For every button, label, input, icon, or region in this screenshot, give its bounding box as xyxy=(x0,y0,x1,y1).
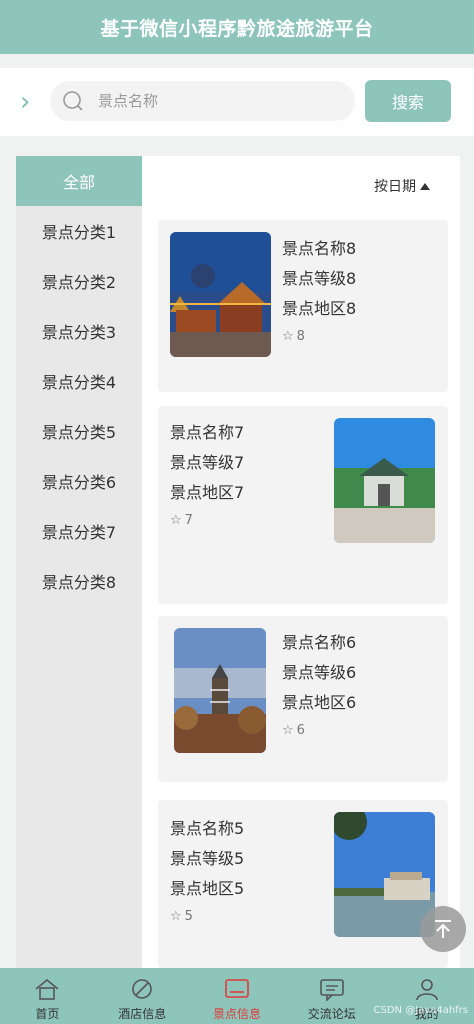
sort-arrow-icon xyxy=(420,182,430,190)
scenic-info: 景点名称5 景点等级5 景点地区5 ☆ 5 xyxy=(170,814,244,928)
scenic-name: 景点名称8 xyxy=(282,239,357,258)
scenic-level: 景点等级6 xyxy=(282,663,357,682)
scenic-region: 景点地区8 xyxy=(282,299,357,318)
tab-label: 酒店信息 xyxy=(118,1007,167,1021)
category-item[interactable]: 景点分类8 xyxy=(16,556,142,606)
category-item[interactable]: 景点分类6 xyxy=(16,456,142,506)
star-icon: ☆ xyxy=(170,908,182,924)
search-box[interactable] xyxy=(50,81,355,121)
tab-scenic[interactable]: 景点信息 xyxy=(190,968,285,1024)
tab-hotel[interactable]: 酒店信息 xyxy=(95,968,190,1024)
scenic-name: 景点名称5 xyxy=(170,819,245,838)
scenic-card[interactable]: 景点名称6 景点等级6 景点地区6 ☆ 6 xyxy=(158,616,448,782)
page-title: 基于微信小程序黔旅途旅游平台 xyxy=(100,17,374,40)
like-count[interactable]: ☆ 6 xyxy=(282,718,356,742)
category-item[interactable]: 景点分类5 xyxy=(16,406,142,456)
like-count-value: 8 xyxy=(296,328,305,344)
back-to-top-button[interactable] xyxy=(420,906,466,952)
scenic-name: 景点名称6 xyxy=(282,633,357,652)
bottom-tabbar: 首页 酒店信息 景点信息 交流论坛 我的 CSDN @Java4ahfrs xyxy=(0,968,474,1024)
scenic-list: 按日期 景点名称8 景点等级8 景点地区8 ☆ 8 景点名称7 景点等级7 景点… xyxy=(142,156,460,968)
scenic-name: 景点名称7 xyxy=(170,423,245,442)
scenic-image xyxy=(334,418,435,543)
like-count[interactable]: ☆ 5 xyxy=(170,904,244,928)
category-item[interactable]: 景点分类3 xyxy=(16,306,142,356)
category-sidebar: 全部 景点分类1 景点分类2 景点分类3 景点分类4 景点分类5 景点分类6 景… xyxy=(16,156,142,968)
sort-by-date[interactable]: 按日期 xyxy=(374,176,430,196)
search-icon xyxy=(63,91,83,111)
hotel-icon xyxy=(132,979,152,999)
scenic-region: 景点地区7 xyxy=(170,483,245,502)
user-icon xyxy=(415,979,438,1001)
tab-home[interactable]: 首页 xyxy=(0,968,95,1024)
home-icon xyxy=(35,978,59,1000)
tab-label: 首页 xyxy=(35,1007,60,1021)
scenic-region: 景点地区5 xyxy=(170,879,245,898)
scenic-level: 景点等级8 xyxy=(282,269,357,288)
watermark: CSDN @Java4ahfrs xyxy=(373,1005,468,1016)
tab-forum[interactable]: 交流论坛 xyxy=(284,968,379,1024)
star-icon: ☆ xyxy=(282,328,294,344)
search-input[interactable] xyxy=(98,81,338,121)
search-button[interactable]: 搜索 xyxy=(365,80,451,122)
arrow-up-icon xyxy=(435,920,451,938)
scenic-image xyxy=(174,628,266,753)
star-icon: ☆ xyxy=(170,512,182,528)
category-item[interactable]: 景点分类7 xyxy=(16,506,142,556)
scenic-level: 景点等级7 xyxy=(170,453,245,472)
forum-icon xyxy=(319,979,344,1001)
scenic-image xyxy=(334,812,435,937)
scenic-card[interactable]: 景点名称5 景点等级5 景点地区5 ☆ 5 xyxy=(158,800,448,968)
category-item[interactable]: 景点分类1 xyxy=(16,206,142,256)
sort-label: 按日期 xyxy=(374,179,416,195)
scenic-card[interactable]: 景点名称8 景点等级8 景点地区8 ☆ 8 xyxy=(158,220,448,392)
like-count[interactable]: ☆ 8 xyxy=(282,324,356,348)
star-icon: ☆ xyxy=(282,722,294,738)
scenic-icon xyxy=(225,979,249,998)
app-header: 基于微信小程序黔旅途旅游平台 xyxy=(0,0,474,54)
scenic-region: 景点地区6 xyxy=(282,693,357,712)
like-count-value: 6 xyxy=(296,722,305,738)
scenic-info: 景点名称8 景点等级8 景点地区8 ☆ 8 xyxy=(282,234,356,348)
like-count[interactable]: ☆ 7 xyxy=(170,508,244,532)
scenic-info: 景点名称6 景点等级6 景点地区6 ☆ 6 xyxy=(282,628,356,742)
chevron-right-icon[interactable]: › xyxy=(20,89,40,115)
like-count-value: 5 xyxy=(184,908,193,924)
category-item-all[interactable]: 全部 xyxy=(16,156,142,206)
scenic-level: 景点等级5 xyxy=(170,849,245,868)
category-item[interactable]: 景点分类4 xyxy=(16,356,142,406)
scenic-info: 景点名称7 景点等级7 景点地区7 ☆ 7 xyxy=(170,418,244,532)
search-bar: › 搜索 xyxy=(0,68,474,136)
tab-label: 交流论坛 xyxy=(307,1007,356,1021)
scenic-image xyxy=(170,232,271,357)
category-item[interactable]: 景点分类2 xyxy=(16,256,142,306)
like-count-value: 7 xyxy=(184,512,193,528)
tab-label: 景点信息 xyxy=(212,1007,261,1021)
scenic-card[interactable]: 景点名称7 景点等级7 景点地区7 ☆ 7 xyxy=(158,406,448,604)
